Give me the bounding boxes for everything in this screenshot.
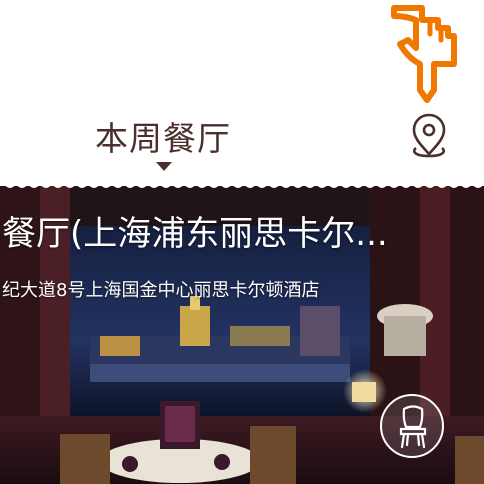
dropdown-caret-icon[interactable] <box>156 162 172 171</box>
map-pin-icon[interactable] <box>410 112 448 158</box>
restaurant-name[interactable]: 餐厅(上海浦东丽思卡尔... <box>2 206 388 255</box>
scalloped-divider <box>0 178 484 188</box>
restaurant-address: 纪大道8号上海国金中心丽思卡尔顿酒店 <box>2 280 320 301</box>
page-title: 本周餐厅 <box>95 119 231 158</box>
seat-reservation-button[interactable] <box>380 394 444 458</box>
header: 本周餐厅 <box>0 0 484 186</box>
chair-icon <box>399 405 427 449</box>
pointing-hand-icon <box>391 5 457 103</box>
